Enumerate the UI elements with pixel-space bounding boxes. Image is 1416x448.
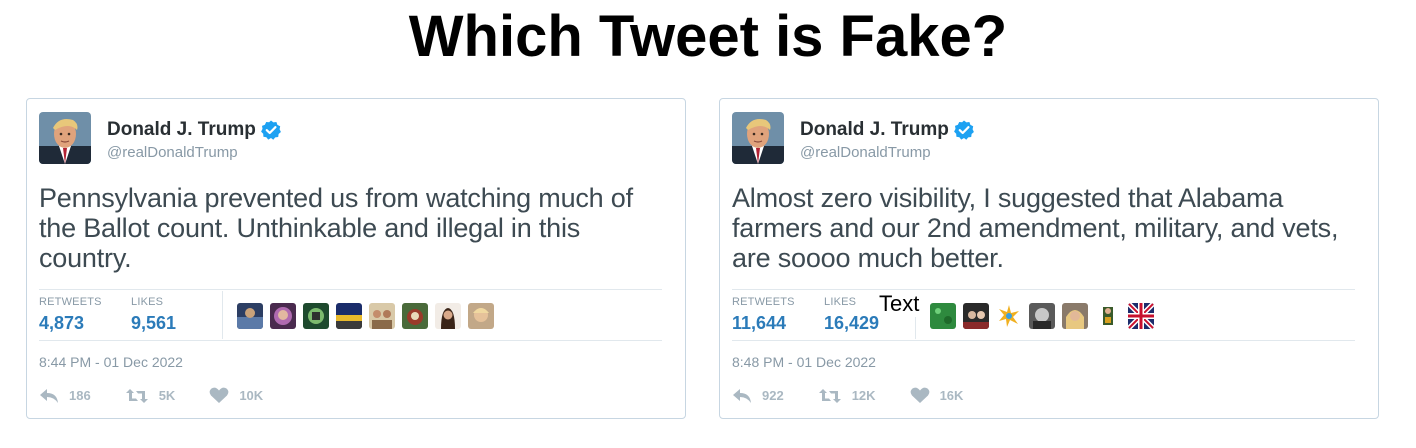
overlay-text-label: Text xyxy=(878,291,921,317)
liker-avatar[interactable] xyxy=(303,303,329,329)
likes-count[interactable]: 9,561 xyxy=(131,313,176,334)
reply-icon xyxy=(39,388,59,404)
liker-avatar[interactable] xyxy=(369,303,395,329)
liker-avatar[interactable] xyxy=(1062,303,1088,329)
retweets-label[interactable]: RETWEETS xyxy=(732,296,795,308)
liker-avatar[interactable] xyxy=(930,303,956,329)
display-name-text[interactable]: Donald J. Trump xyxy=(107,119,256,141)
liker-avatar-strip xyxy=(930,303,1154,329)
handle[interactable]: @realDonaldTrump xyxy=(800,144,931,161)
heart-icon xyxy=(209,387,229,404)
likes-label[interactable]: LIKES xyxy=(824,296,856,308)
verified-badge-icon xyxy=(260,120,281,140)
retweets-count[interactable]: 11,644 xyxy=(732,313,786,334)
liker-avatar[interactable] xyxy=(336,303,362,329)
stats-divider xyxy=(222,291,223,339)
tweet-actions: 186 5K 10K xyxy=(39,387,297,404)
timestamp[interactable]: 8:48 PM - 01 Dec 2022 xyxy=(732,354,876,370)
liker-avatar[interactable] xyxy=(1128,303,1154,329)
liker-avatar[interactable] xyxy=(270,303,296,329)
liker-avatar[interactable] xyxy=(996,303,1022,329)
retweet-count: 5K xyxy=(158,388,176,403)
divider xyxy=(39,340,662,341)
like-count: 10K xyxy=(239,388,264,403)
reply-button[interactable]: 922 xyxy=(732,388,784,404)
liker-avatar[interactable] xyxy=(435,303,461,329)
page-title: Which Tweet is Fake? xyxy=(408,4,1008,69)
liker-avatar[interactable] xyxy=(237,303,263,329)
divider xyxy=(732,289,1355,290)
handle[interactable]: @realDonaldTrump xyxy=(107,144,238,161)
liker-avatar[interactable] xyxy=(963,303,989,329)
reply-icon xyxy=(732,388,752,404)
like-button[interactable]: 10K xyxy=(209,387,263,404)
likes-count[interactable]: 16,429 xyxy=(824,313,879,334)
reply-count: 922 xyxy=(762,388,784,403)
liker-avatar[interactable] xyxy=(1029,303,1055,329)
liker-avatar[interactable] xyxy=(402,303,428,329)
like-count: 16K xyxy=(939,388,964,403)
timestamp[interactable]: 8:44 PM - 01 Dec 2022 xyxy=(39,354,183,370)
liker-avatar[interactable] xyxy=(1095,303,1121,329)
liker-avatar[interactable] xyxy=(468,303,494,329)
display-name[interactable]: Donald J. Trump xyxy=(800,119,974,141)
retweet-icon xyxy=(125,388,149,404)
avatar[interactable] xyxy=(39,112,91,164)
likes-label[interactable]: LIKES xyxy=(131,296,163,308)
retweet-button[interactable]: 12K xyxy=(818,388,876,404)
tweet-text: Pennsylvania prevented us from watching … xyxy=(39,183,633,273)
like-button[interactable]: 16K xyxy=(910,387,964,404)
reply-button[interactable]: 186 xyxy=(39,388,91,404)
retweet-icon xyxy=(818,388,842,404)
tweet-text: Almost zero visibility, I suggested that… xyxy=(732,183,1339,273)
tweet-card: Donald J. Trump @realDonaldTrump Pennsyl… xyxy=(26,98,686,419)
heart-icon xyxy=(910,387,930,404)
reply-count: 186 xyxy=(69,388,91,403)
retweet-button[interactable]: 5K xyxy=(125,388,176,404)
verified-badge-icon xyxy=(953,120,974,140)
divider xyxy=(39,289,662,290)
avatar[interactable] xyxy=(732,112,784,164)
retweets-label[interactable]: RETWEETS xyxy=(39,296,102,308)
divider xyxy=(732,340,1355,341)
tweet-card: Donald J. Trump @realDonaldTrump Almost … xyxy=(719,98,1379,419)
display-name[interactable]: Donald J. Trump xyxy=(107,119,281,141)
retweet-count: 12K xyxy=(851,388,876,403)
tweet-actions: 922 12K 16K xyxy=(732,387,997,404)
retweets-count[interactable]: 4,873 xyxy=(39,313,84,334)
display-name-text[interactable]: Donald J. Trump xyxy=(800,119,949,141)
liker-avatar-strip xyxy=(237,303,494,329)
